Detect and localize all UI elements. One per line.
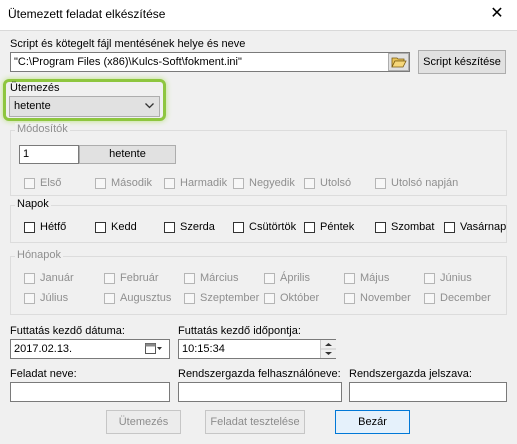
day-checkbox[interactable]: Kedd — [95, 221, 137, 233]
script-create-button[interactable]: Script készítése — [418, 50, 506, 74]
checkbox-box — [24, 292, 35, 304]
month-checkbox[interactable]: Szeptember — [184, 292, 259, 304]
checkbox-box — [104, 292, 115, 304]
checkbox-box — [444, 221, 455, 233]
start-date-label: Futtatás kezdő dátuma: — [10, 325, 125, 337]
day-checkbox[interactable]: Hétfő — [24, 221, 66, 233]
modifier-option[interactable]: Utolsó — [304, 177, 351, 189]
schedule-select[interactable]: hetente — [9, 96, 160, 117]
month-checkbox[interactable]: Augusztus — [104, 292, 171, 304]
chevron-down-icon — [145, 103, 154, 109]
test-task-button[interactable]: Feladat tesztelése — [205, 410, 305, 434]
month-checkbox[interactable]: Április — [264, 272, 310, 284]
checkbox-box — [24, 221, 35, 233]
calendar-icon — [145, 343, 162, 354]
modifier-option[interactable]: Második — [95, 177, 152, 189]
admin-password-input[interactable] — [349, 382, 507, 402]
start-time-label: Futtatás kezdő időpontja: — [178, 325, 301, 337]
day-checkbox[interactable]: Csütörtök — [233, 221, 296, 233]
schedule-value: hetente — [14, 100, 51, 112]
checkbox-box — [375, 221, 386, 233]
day-checkbox[interactable]: Vasárnap — [444, 221, 506, 233]
month-checkbox[interactable]: November — [344, 292, 411, 304]
checkbox-box — [264, 272, 275, 284]
interval-input[interactable]: 1 — [19, 145, 79, 164]
checkbox-box — [95, 221, 106, 233]
month-checkbox[interactable]: Október — [264, 292, 319, 304]
checkbox-box — [424, 272, 435, 284]
month-checkbox[interactable]: Január — [24, 272, 74, 284]
close-icon[interactable]: ✕ — [480, 2, 514, 26]
checkbox-box — [184, 292, 195, 304]
checkbox-box — [164, 221, 175, 233]
month-checkbox[interactable]: Március — [184, 272, 239, 284]
checkbox-box — [375, 177, 386, 189]
task-name-input[interactable] — [10, 382, 170, 402]
task-name-label: Feladat neve: — [10, 368, 77, 380]
checkbox-box — [24, 272, 35, 284]
months-title: Hónapok — [15, 249, 64, 261]
modifier-option[interactable]: Első — [24, 177, 61, 189]
month-checkbox[interactable]: Július — [24, 292, 68, 304]
schedule-label: Ütemezés — [10, 82, 60, 94]
script-path-value: "C:\Program Files (x86)\Kulcs-Soft\fokme… — [14, 56, 242, 68]
checkbox-box — [24, 177, 35, 189]
checkbox-box — [344, 292, 355, 304]
checkbox-box — [264, 292, 275, 304]
checkbox-box — [184, 272, 195, 284]
checkbox-box — [424, 292, 435, 304]
admin-user-input[interactable] — [178, 382, 342, 402]
close-button[interactable]: Bezár — [335, 410, 410, 434]
start-time-input[interactable]: 10:15:34 — [178, 339, 336, 359]
checkbox-box — [164, 177, 175, 189]
checkbox-box — [104, 272, 115, 284]
admin-password-label: Rendszergazda jelszava: — [349, 368, 472, 380]
checkbox-box — [233, 177, 244, 189]
month-checkbox[interactable]: Június — [424, 272, 472, 284]
folder-open-icon — [390, 57, 407, 68]
admin-user-label: Rendszergazda felhasználóneve: — [178, 368, 341, 380]
start-date-picker[interactable]: 2017.02.13. — [10, 339, 170, 359]
modifier-option[interactable]: Utolsó napján — [375, 177, 458, 189]
start-date-value: 2017.02.13. — [14, 343, 73, 355]
script-path-label: Script és kötegelt fájl mentésének helye… — [10, 38, 246, 50]
month-checkbox[interactable]: Február — [104, 272, 159, 284]
month-checkbox[interactable]: Május — [344, 272, 389, 284]
checkbox-box — [233, 221, 244, 233]
months-group — [10, 256, 507, 315]
schedule-button[interactable]: Ütemezés — [106, 410, 181, 434]
modifiers-title: Módosítók — [15, 123, 70, 135]
day-checkbox[interactable]: Szerda — [164, 221, 215, 233]
checkbox-box — [304, 221, 315, 233]
interval-unit-button[interactable]: hetente — [79, 145, 176, 164]
script-path-input[interactable]: "C:\Program Files (x86)\Kulcs-Soft\fokme… — [10, 52, 410, 72]
browse-button[interactable] — [388, 53, 409, 71]
month-checkbox[interactable]: December — [424, 292, 491, 304]
day-checkbox[interactable]: Péntek — [304, 221, 354, 233]
modifier-option[interactable]: Negyedik — [233, 177, 295, 189]
days-title: Napok — [15, 198, 51, 210]
checkbox-box — [95, 177, 106, 189]
checkbox-box — [344, 272, 355, 284]
day-checkbox[interactable]: Szombat — [375, 221, 434, 233]
interval-value: 1 — [23, 148, 30, 160]
spinner-arrows-icon — [321, 343, 336, 355]
window-title: Ütemezett feladat elkészítése — [8, 7, 166, 21]
checkbox-box — [304, 177, 315, 189]
start-time-value: 10:15:34 — [182, 343, 225, 355]
time-spinner[interactable] — [320, 340, 336, 358]
modifier-option[interactable]: Harmadik — [164, 177, 227, 189]
